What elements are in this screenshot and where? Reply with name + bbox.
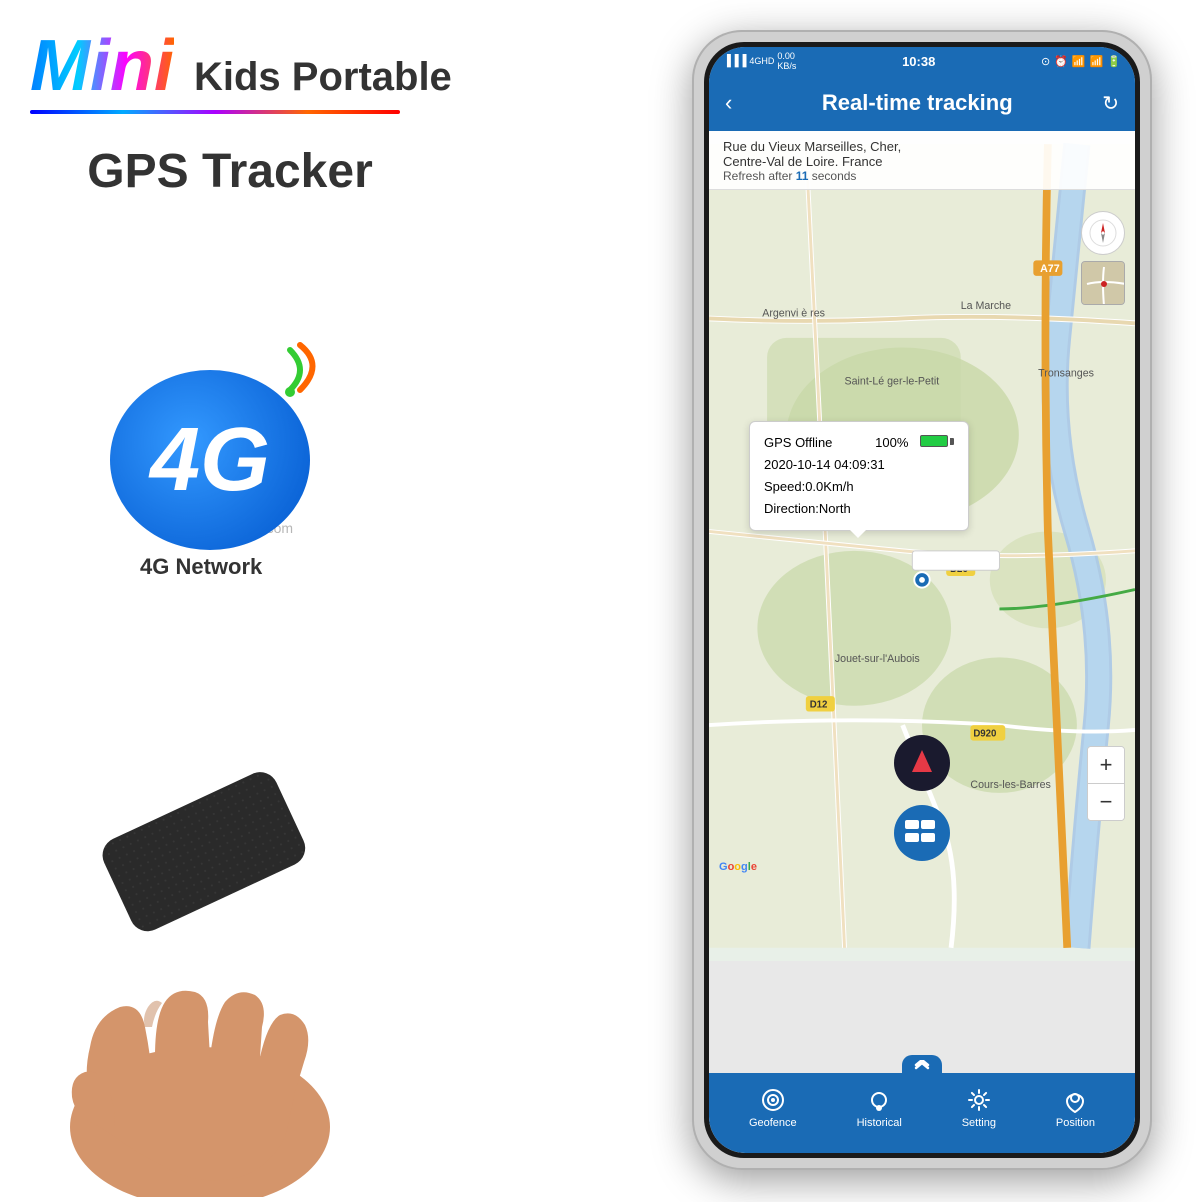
gps-tracker-title: GPS Tracker	[30, 144, 430, 199]
rainbow-divider	[30, 110, 400, 114]
tab-historical[interactable]: Historical	[857, 1087, 902, 1129]
geofence-icon	[760, 1087, 786, 1113]
phone-container: ▐▐▐ 4GHD 0.00KB/s 10:38 ⊙ ⏰ 📶 📶 🔋	[652, 10, 1192, 1180]
zoom-controls: + −	[1087, 746, 1125, 821]
hand-device-illustration	[0, 647, 450, 1197]
app-title: Real-time tracking	[822, 90, 1013, 116]
status-time: 10:38	[902, 54, 935, 69]
refresh-text: Refresh after 11 seconds	[723, 169, 1121, 183]
svg-text:Jouet-sur-l'Aubois: Jouet-sur-l'Aubois	[835, 653, 920, 665]
svg-text:Cours-les-Barres: Cours-les-Barres	[970, 779, 1050, 791]
back-button[interactable]: ‹	[725, 90, 732, 116]
svg-text:Argenvi è res: Argenvi è res	[762, 308, 825, 320]
vehicle-icons-button[interactable]	[894, 805, 950, 861]
status-bar-right: ⊙ ⏰ 📶 📶 🔋	[1041, 55, 1121, 68]
4g-text: 4G	[150, 409, 270, 512]
4g-logo-area: 4G 4G Network	[110, 340, 370, 580]
signal-icon: ▐▐▐	[723, 55, 746, 67]
status-bar-left: ▐▐▐ 4GHD 0.00KB/s	[723, 51, 796, 71]
svg-text:Saint-Lé ger-le-Petit: Saint-Lé ger-le-Petit	[845, 375, 940, 387]
tab-position[interactable]: Position	[1056, 1087, 1095, 1129]
gps-direction: Direction:North	[764, 498, 954, 520]
gps-popup: GPS Offline 100% 2020-10-14 04:09:31 Spe…	[749, 421, 969, 531]
navigation-button[interactable]	[894, 735, 950, 791]
address-line1: Rue du Vieux Marseilles, Cher,	[723, 139, 1121, 154]
refresh-button[interactable]: ↻	[1102, 91, 1119, 116]
svg-text:D920: D920	[973, 729, 996, 740]
gps-speed: Speed:0.0Km/h	[764, 476, 954, 498]
compass-icon[interactable]	[1081, 211, 1125, 255]
google-logo: Google	[719, 861, 757, 873]
g-letter-g2: g	[741, 861, 748, 873]
refresh-prefix: Refresh after	[723, 169, 796, 183]
address-line2: Centre-Val de Loire. France	[723, 154, 1121, 169]
position-icon	[1062, 1087, 1088, 1113]
nav-arrow-icon	[912, 750, 932, 772]
tab-setting-label: Setting	[962, 1117, 996, 1129]
gps-datetime: 2020-10-14 04:09:31	[764, 454, 954, 476]
data-speed: 0.00KB/s	[777, 51, 796, 71]
svg-text:A77: A77	[1040, 263, 1060, 275]
tab-bar: Geofence Historical	[709, 1073, 1135, 1153]
4g-circle: 4G	[110, 370, 310, 550]
network-type: 4GHD	[749, 56, 774, 66]
tab-geofence-label: Geofence	[749, 1117, 797, 1129]
alarm-icon: ⏰	[1054, 55, 1068, 68]
app-header: ‹ Real-time tracking ↻	[709, 75, 1135, 131]
4g-network-label: 4G Network	[140, 554, 262, 580]
volume-icon: 📶	[1072, 55, 1086, 68]
title-mini: Mini	[30, 30, 174, 102]
map-area[interactable]: A77 D26 D12 D920 Argenvi è res La Marche	[709, 131, 1135, 961]
tab-geofence[interactable]: Geofence	[749, 1087, 797, 1129]
title-area: Mini Kids Portable GPS Tracker	[30, 30, 452, 199]
left-panel: Mini Kids Portable GPS Tracker juneo.en.…	[0, 0, 480, 1197]
gps-offline-label: GPS Offline	[764, 432, 832, 454]
phone-outer: ▐▐▐ 4GHD 0.00KB/s 10:38 ⊙ ⏰ 📶 📶 🔋	[692, 30, 1152, 1170]
wifi-status-icon: 📶	[1090, 55, 1104, 68]
gps-status-row: GPS Offline 100%	[764, 432, 954, 454]
title-kids-portable: Kids Portable	[194, 55, 452, 100]
historical-icon	[866, 1087, 892, 1113]
tab-historical-label: Historical	[857, 1117, 902, 1129]
phone-screen: ▐▐▐ 4GHD 0.00KB/s 10:38 ⊙ ⏰ 📶 📶 🔋	[709, 47, 1135, 1153]
g-letter-g: G	[719, 861, 728, 873]
battery-indicator	[920, 435, 954, 447]
battery-status: 🔋	[1107, 55, 1121, 68]
tab-position-label: Position	[1056, 1117, 1095, 1129]
zoom-out-button[interactable]: −	[1088, 784, 1124, 820]
g-letter-e: e	[751, 861, 757, 873]
refresh-seconds: 11	[796, 169, 809, 183]
scroll-up-button[interactable]	[902, 1055, 942, 1075]
svg-text:La Marche: La Marche	[961, 300, 1011, 312]
battery-tip	[950, 438, 954, 445]
location-icon: ⊙	[1041, 55, 1050, 68]
zoom-in-button[interactable]: +	[1088, 747, 1124, 783]
status-bar: ▐▐▐ 4GHD 0.00KB/s 10:38 ⊙ ⏰ 📶 📶 🔋	[709, 47, 1135, 75]
svg-text:D12: D12	[810, 700, 828, 711]
map-thumbnail[interactable]	[1081, 261, 1125, 305]
battery-bar	[920, 435, 948, 447]
tab-setting[interactable]: Setting	[962, 1087, 996, 1129]
phone-inner: ▐▐▐ 4GHD 0.00KB/s 10:38 ⊙ ⏰ 📶 📶 🔋	[704, 42, 1140, 1158]
address-overlay: Rue du Vieux Marseilles, Cher, Centre-Va…	[709, 131, 1135, 190]
svg-text:Tronsanges: Tronsanges	[1038, 368, 1094, 380]
battery-percentage: 100%	[875, 435, 908, 450]
popup-triangle	[850, 530, 866, 538]
setting-icon	[966, 1087, 992, 1113]
refresh-suffix: seconds	[808, 169, 856, 183]
